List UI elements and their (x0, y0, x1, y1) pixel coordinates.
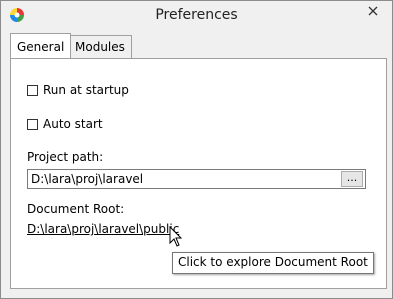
tab-general[interactable]: General (10, 33, 72, 58)
auto-start-label: Auto start (43, 117, 103, 131)
document-root-link[interactable]: D:\lara\proj\laravel\public (27, 222, 179, 236)
run-at-startup-label: Run at startup (43, 83, 129, 97)
title-bar: Preferences (1, 1, 392, 31)
window-title: Preferences (155, 7, 238, 23)
close-button[interactable] (357, 3, 388, 20)
project-path-label: Project path: (27, 150, 104, 164)
run-at-startup-checkbox[interactable] (27, 84, 38, 96)
close-icon (368, 5, 378, 19)
auto-start-checkbox[interactable] (27, 118, 38, 130)
project-path-field[interactable]: D:\lara\proj\laravel ... (27, 169, 366, 189)
browse-button[interactable]: ... (341, 171, 363, 187)
project-path-value: D:\lara\proj\laravel (31, 172, 144, 186)
document-root-tooltip: Click to explore Document Root (172, 252, 374, 274)
mouse-pointer-icon (169, 225, 183, 248)
tab-modules-ports[interactable]: Modules & Ports (68, 35, 132, 76)
auto-start-option[interactable]: Auto start (27, 117, 103, 131)
document-root-label: Document Root: (27, 202, 125, 216)
run-at-startup-option[interactable]: Run at startup (27, 83, 129, 97)
